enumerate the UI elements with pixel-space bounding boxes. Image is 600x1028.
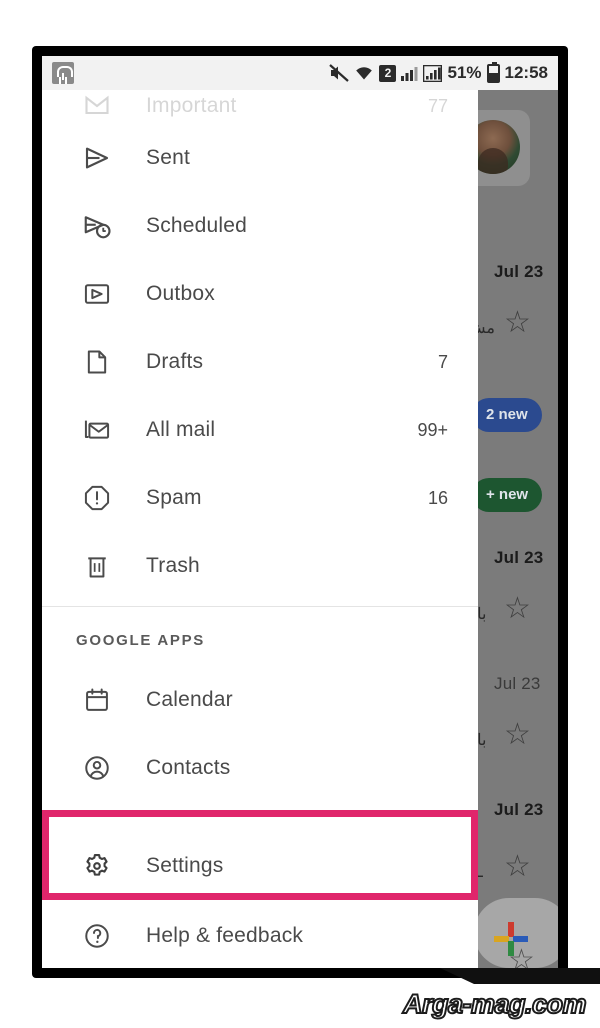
- sidebar-item-label: Trash: [146, 554, 200, 577]
- status-bar: 2 51% 12:58: [42, 56, 558, 90]
- signal-strength-icon: [423, 64, 443, 82]
- status-bar-left: [52, 62, 74, 84]
- star-icon[interactable]: ☆: [504, 720, 531, 750]
- sidebar-item-count: 77: [427, 95, 448, 116]
- volume-mute-icon: [329, 64, 350, 82]
- watermark: Arga-mag.com: [402, 988, 588, 1020]
- sidebar-item-label: Important: [146, 94, 237, 117]
- sidebar-item-contacts[interactable]: Contacts: [42, 734, 478, 802]
- battery-icon: [486, 61, 500, 83]
- status-bar-right: 2 51% 12:58: [329, 61, 548, 83]
- important-label-icon: [74, 92, 120, 120]
- schedule-send-icon: [74, 211, 120, 241]
- sidebar-item-trash[interactable]: Trash: [42, 532, 478, 600]
- sidebar-item-spam[interactable]: Spam 16: [42, 464, 478, 532]
- sidebar-item-count: 16: [427, 487, 448, 508]
- sidebar-item-help-feedback[interactable]: Help & feedback: [42, 902, 478, 968]
- help-circle-icon: [74, 922, 120, 950]
- screenshot-root: Jul 23 مش ☆ 2 new + new Jul 23 باب ☆ Jul…: [0, 0, 600, 1028]
- star-icon[interactable]: ☆: [508, 946, 535, 969]
- sidebar-item-all-mail[interactable]: All mail 99+: [42, 396, 478, 464]
- all-mail-icon: [74, 416, 120, 444]
- send-icon: [74, 143, 120, 173]
- sidebar-item-scheduled[interactable]: Scheduled: [42, 192, 478, 260]
- unread-badge-green[interactable]: + new: [472, 478, 543, 512]
- sidebar-item-drafts[interactable]: Drafts 7: [42, 328, 478, 396]
- sidebar-item-label: All mail: [146, 418, 216, 441]
- watermark-wedge: [440, 968, 600, 984]
- sidebar-item-calendar[interactable]: Calendar: [42, 666, 478, 734]
- sidebar-item-count: 99+: [417, 419, 448, 440]
- sidebar-item-count: 7: [437, 351, 448, 372]
- sidebar-item-label: Scheduled: [146, 214, 248, 237]
- outbox-icon: [74, 280, 120, 308]
- trash-icon: [74, 552, 120, 580]
- star-icon[interactable]: ☆: [504, 594, 531, 624]
- section-divider: [42, 606, 478, 607]
- sidebar-item-label: Contacts: [146, 756, 231, 779]
- spam-report-icon: [74, 484, 120, 512]
- sidebar-item-outbox[interactable]: Outbox: [42, 260, 478, 328]
- sidebar-item-label: Drafts: [146, 350, 204, 373]
- sidebar-item-label: Sent: [146, 146, 190, 169]
- star-icon[interactable]: ☆: [504, 308, 531, 338]
- contacts-icon: [74, 754, 120, 782]
- sidebar-item-label: Calendar: [146, 688, 233, 711]
- battery-percent-label: 51%: [447, 63, 482, 82]
- inbox-row-date: Jul 23: [494, 674, 541, 693]
- section-header-google-apps: GOOGLE APPS: [76, 632, 205, 649]
- sidebar-item-label: Outbox: [146, 282, 215, 305]
- sidebar-item-label: Help & feedback: [146, 924, 304, 947]
- star-icon[interactable]: ☆: [504, 852, 531, 882]
- unread-badge-blue[interactable]: 2 new: [472, 398, 542, 432]
- sidebar-item-sent[interactable]: Sent: [42, 124, 478, 192]
- status-bar-clock: 12:58: [504, 63, 548, 82]
- wifi-icon: [356, 67, 373, 80]
- calendar-icon: [74, 686, 120, 714]
- sim-badge: 2: [379, 64, 397, 82]
- inbox-row-date: Jul 23: [494, 262, 544, 281]
- inbox-row-date: Jul 23: [494, 548, 544, 567]
- draft-file-icon: [74, 348, 120, 376]
- sidebar-item-label: Spam: [146, 486, 202, 509]
- settings-highlight-box: [42, 810, 478, 900]
- notification-chip-icon: [52, 62, 74, 84]
- signal-bars-icon: [401, 67, 418, 81]
- inbox-row-date: Jul 23: [494, 800, 544, 819]
